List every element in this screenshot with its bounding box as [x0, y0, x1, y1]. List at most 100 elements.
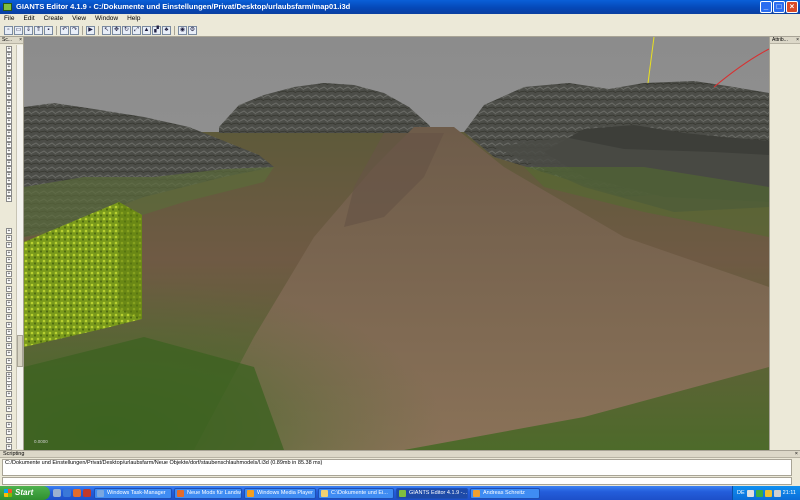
import-icon[interactable]: ⇓: [24, 25, 33, 35]
save-icon[interactable]: ▪: [44, 25, 53, 35]
terrain-sculpt-icon[interactable]: ▲: [142, 25, 151, 35]
scenegraph-scrollbar[interactable]: [16, 45, 23, 449]
tree-expander[interactable]: +: [6, 124, 12, 130]
tree-expander[interactable]: +: [6, 421, 12, 428]
toolbar-separator: [98, 25, 99, 35]
minimize-button[interactable]: _: [760, 1, 772, 13]
tree-expander[interactable]: +: [6, 271, 12, 278]
messenger-icon[interactable]: [764, 489, 772, 497]
foliage-icon[interactable]: ♣: [162, 25, 171, 35]
tree-expander[interactable]: +: [6, 235, 12, 242]
tree-expander[interactable]: +: [6, 307, 12, 314]
language-indicator[interactable]: DE: [737, 490, 745, 496]
network-icon[interactable]: [746, 489, 754, 497]
app-quicklaunch-icon[interactable]: [83, 489, 91, 497]
tree-expander[interactable]: +: [6, 336, 12, 342]
scripting-panel-header: Scripting ×: [0, 451, 800, 458]
tree-expander[interactable]: +: [6, 278, 12, 285]
tree-expander[interactable]: +: [6, 228, 12, 234]
toolbar-separator: [56, 25, 57, 35]
tree-expander[interactable]: +: [6, 350, 12, 357]
tree-expander[interactable]: +: [6, 292, 12, 299]
close-button[interactable]: ×: [786, 1, 798, 13]
window-titlebar[interactable]: GIANTS Editor 4.1.9 - C:/Dokumente und E…: [0, 0, 800, 14]
menu-view[interactable]: View: [72, 15, 86, 22]
tree-expander[interactable]: +: [6, 314, 12, 321]
show-desktop-icon[interactable]: [53, 489, 61, 497]
tree-expander[interactable]: +: [6, 300, 12, 306]
camera-icon[interactable]: ◉: [178, 25, 187, 35]
move-icon[interactable]: ✥: [112, 25, 121, 35]
menu-help[interactable]: Help: [127, 15, 140, 22]
new-icon[interactable]: ▫: [4, 25, 13, 35]
terrain-paint-icon[interactable]: ▞: [152, 25, 161, 35]
taskbar: Start Windows Task-Manager Neue Mods für …: [0, 486, 800, 500]
tree-expander[interactable]: +: [6, 285, 12, 292]
volume-icon[interactable]: [773, 489, 781, 497]
menu-window[interactable]: Window: [95, 15, 118, 22]
export-icon[interactable]: ⇑: [34, 25, 43, 35]
scenegraph-scrollbar-thumb[interactable]: [17, 335, 23, 367]
undo-icon[interactable]: ↶: [60, 25, 69, 35]
menu-edit[interactable]: Edit: [23, 15, 34, 22]
tree-expander[interactable]: +: [6, 256, 12, 263]
3d-viewport[interactable]: 0.0000: [24, 37, 769, 450]
toolbar-separator: [82, 25, 83, 35]
scripting-panel-close-button[interactable]: ×: [795, 451, 798, 458]
security-icon[interactable]: [755, 489, 763, 497]
open-icon[interactable]: ▭: [14, 25, 23, 35]
taskbar-button[interactable]: Windows Task-Manager: [94, 487, 172, 499]
start-label: Start: [15, 488, 34, 497]
taskbar-button[interactable]: GIANTS Editor 4.1.9 -...: [396, 487, 468, 499]
play-icon[interactable]: ▶: [86, 25, 95, 35]
scenegraph-panel-title: Sc...: [2, 37, 13, 43]
attributes-panel-title: Attrib...: [772, 37, 788, 43]
task-app-icon: [97, 489, 104, 497]
window-title: GIANTS Editor 4.1.9 - C:/Dokumente und E…: [16, 2, 351, 11]
firefox-icon[interactable]: [73, 489, 81, 497]
tree-expander[interactable]: +: [6, 343, 12, 350]
attributes-panel-close-button[interactable]: ×: [796, 37, 799, 44]
redo-icon[interactable]: ↷: [70, 25, 79, 35]
tree-expander[interactable]: +: [6, 321, 12, 328]
tree-expander[interactable]: +: [6, 406, 12, 413]
start-button[interactable]: Start: [0, 486, 50, 500]
tree-expander[interactable]: +: [6, 249, 12, 256]
tree-expander[interactable]: +: [6, 364, 12, 371]
internet-explorer-icon[interactable]: [63, 489, 71, 497]
scripting-input[interactable]: [2, 477, 792, 485]
settings-icon[interactable]: ⚙: [188, 25, 197, 35]
task-buttons: Windows Task-Manager Neue Mods für Landw.…: [94, 487, 542, 499]
taskbar-button[interactable]: Neue Mods für Landw...: [174, 487, 242, 499]
tree-expander[interactable]: +: [6, 383, 12, 390]
scale-icon[interactable]: ⤢: [132, 25, 141, 35]
tree-expander[interactable]: +: [6, 242, 12, 249]
taskbar-button[interactable]: C:\Dokumente und Ei...: [318, 487, 394, 499]
tree-expander[interactable]: +: [6, 398, 12, 405]
clock[interactable]: 21:11: [783, 490, 796, 496]
tree-expander[interactable]: +: [6, 429, 12, 436]
tree-expander[interactable]: +: [6, 196, 12, 202]
tree-expander[interactable]: +: [6, 376, 12, 382]
taskbar-button-label: Neue Mods für Landw...: [187, 489, 242, 496]
select-icon[interactable]: ↖: [102, 25, 111, 35]
menu-create[interactable]: Create: [44, 15, 64, 22]
tree-expander[interactable]: +: [6, 328, 12, 335]
task-app-icon: [473, 489, 480, 497]
taskbar-button[interactable]: Andreas Schreitz: [470, 487, 540, 499]
tree-expander[interactable]: +: [6, 357, 12, 364]
tree-expander[interactable]: +: [6, 414, 12, 420]
quick-launch: [50, 489, 94, 497]
taskbar-button[interactable]: Windows Media Player: [244, 487, 316, 499]
tree-expander[interactable]: +: [6, 154, 12, 160]
tree-expander[interactable]: +: [6, 264, 12, 270]
scenegraph-panel-close-button[interactable]: ×: [19, 37, 22, 44]
tree-expander[interactable]: +: [6, 436, 12, 443]
scenegraph-panel: Sc... × + + + + + + + + + + + + + + + + + + + + + + + + + + + + + + + +…: [0, 37, 24, 451]
menu-file[interactable]: File: [4, 15, 14, 22]
menu-bar: File Edit Create View Window Help: [0, 14, 800, 24]
app-icon: [3, 3, 12, 11]
rotate-icon[interactable]: ↻: [122, 25, 131, 35]
maximize-button[interactable]: □: [773, 1, 785, 13]
tree-expander[interactable]: +: [6, 391, 12, 398]
